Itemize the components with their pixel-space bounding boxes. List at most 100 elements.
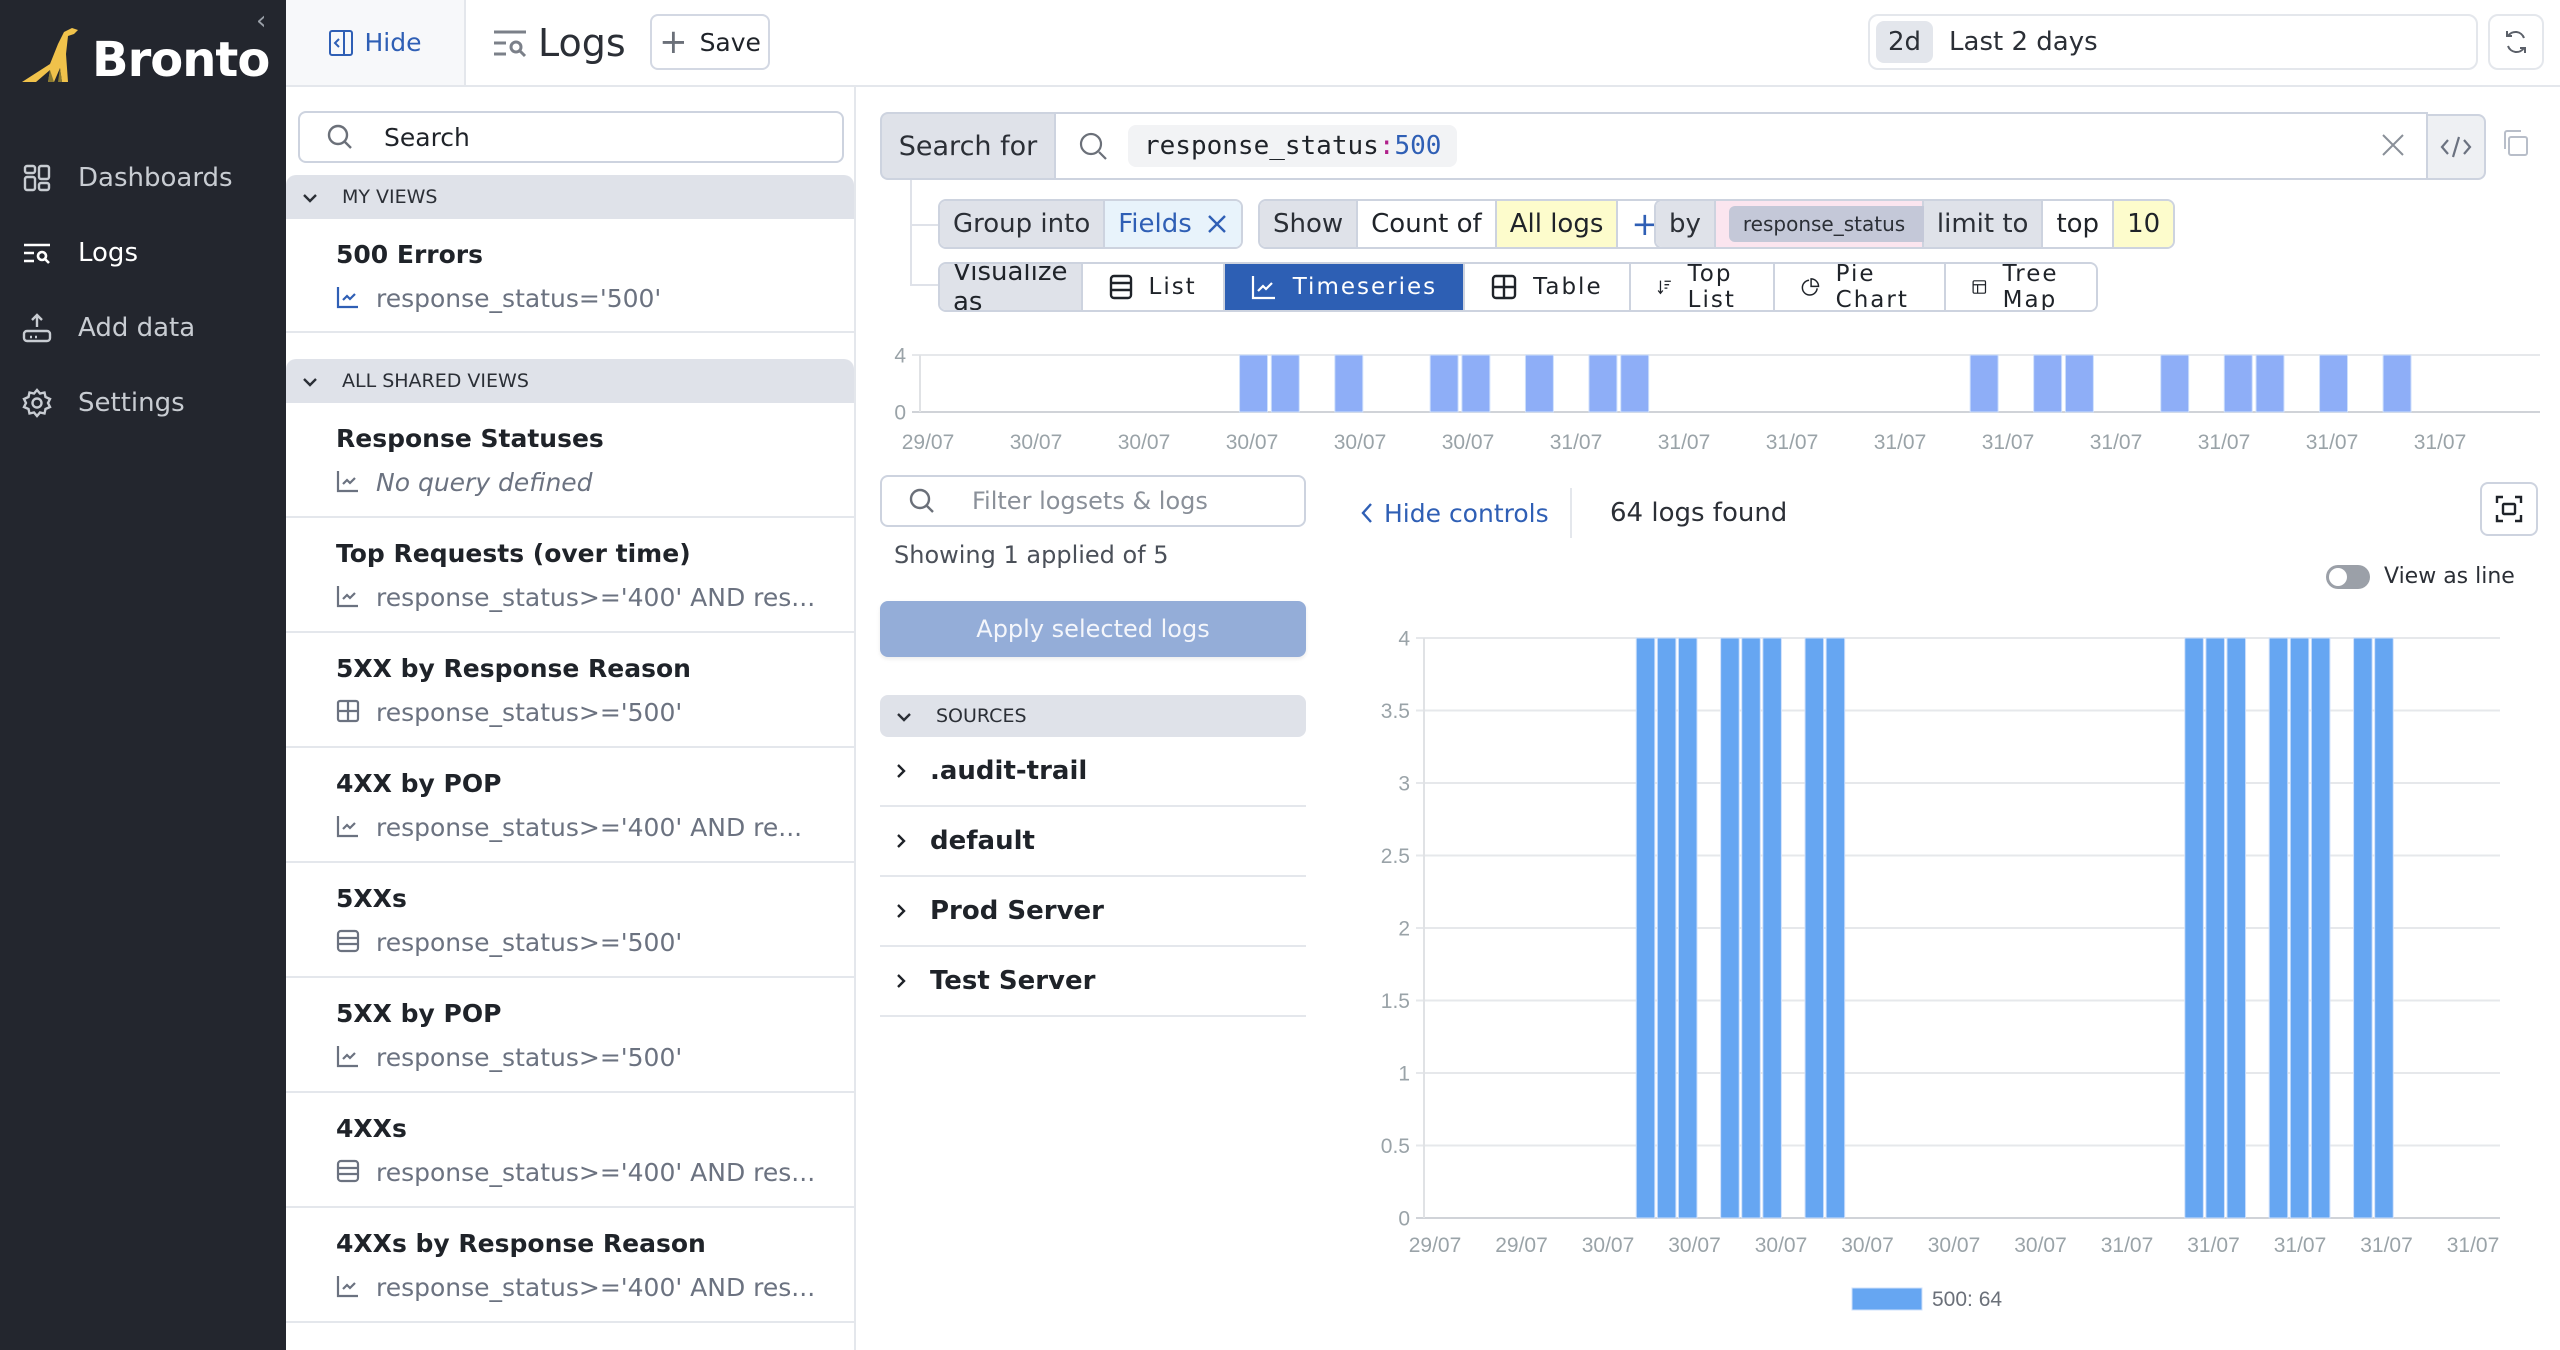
view-name: Top Requests (over time) <box>336 539 691 568</box>
source-name: .audit-trail <box>930 756 1088 786</box>
count-of-selector[interactable]: Count of <box>1358 201 1497 247</box>
hide-controls-button[interactable]: Hide controls <box>1360 488 1549 538</box>
view-item[interactable]: 5XX by POP response_status>='500' <box>286 978 854 1093</box>
views-search-input[interactable] <box>384 122 804 152</box>
hide-views-button[interactable]: Hide <box>286 0 466 85</box>
remove-icon[interactable] <box>1206 213 1228 235</box>
search-row: Search for response_status:500 <box>880 112 2528 180</box>
by-field-selector[interactable]: response_status × <box>1715 201 1958 247</box>
my-views-header[interactable]: MY VIEWS <box>286 175 854 219</box>
viz-option-table[interactable]: Table <box>1465 264 1631 310</box>
x-tick-label: 30/07 <box>1442 431 1495 454</box>
x-tick-label: 31/07 <box>2306 431 2359 454</box>
time-range-picker[interactable]: 2d Last 2 days <box>1868 14 2478 70</box>
nav-item-add-data[interactable]: Add data <box>0 290 286 365</box>
tree-map-icon <box>1972 280 1987 294</box>
view-item[interactable]: 5XXs response_status>='500' <box>286 863 854 978</box>
table-icon <box>336 699 360 725</box>
nav-item-logs[interactable]: Logs <box>0 215 286 290</box>
query-value: 500 <box>1394 131 1442 161</box>
view-item[interactable]: Top Requests (over time) response_status>… <box>286 518 854 633</box>
fullscreen-button[interactable] <box>2480 482 2538 536</box>
query-input[interactable]: response_status:500 <box>1054 112 2428 180</box>
view-item[interactable]: 500 Errors response_status='500' <box>286 219 854 333</box>
copy-icon <box>2504 130 2528 156</box>
sort-desc-icon <box>1657 280 1671 295</box>
y-tick-label: 3.5 <box>1381 700 1410 723</box>
view-item[interactable]: 4XX by POP response_status>='400' AND re.… <box>286 748 854 863</box>
view-as-line-toggle[interactable]: View as line <box>2326 564 2515 589</box>
viz-option-top-list[interactable]: Top List <box>1630 264 1775 310</box>
page-title-text: Logs <box>538 20 626 65</box>
overview-chart[interactable]: 0 4 29/07 30/07 30/07 30/07 30/07 30/07 31/07 31/… <box>880 335 2540 465</box>
viz-option-tree-map[interactable]: Tree Map <box>1946 264 2096 310</box>
bar <box>1461 354 1491 413</box>
nav-label: Add data <box>78 312 196 343</box>
search-for-label: Search for <box>880 112 1054 180</box>
view-query: response_status>='500' <box>336 919 854 965</box>
refresh-button[interactable] <box>2488 14 2544 70</box>
results-header: Hide controls 64 logs found <box>1360 482 2540 538</box>
page-title: Logs <box>492 0 626 85</box>
y-tick-label: 2 <box>1398 917 1410 940</box>
x-tick-label: 29/07 <box>902 431 955 454</box>
bar <box>2382 354 2412 413</box>
timeseries-icon <box>336 1044 360 1070</box>
top-bar: Hide Logs + Save 2d Last 2 days <box>286 0 2560 87</box>
nav-item-dashboards[interactable]: Dashboards <box>0 140 286 215</box>
bar <box>2268 637 2289 1219</box>
x-tick-label: 29/07 <box>1495 1234 1548 1257</box>
chevron-right-icon <box>897 834 906 848</box>
section-title: ALL SHARED VIEWS <box>342 370 529 392</box>
query-operator: : <box>1378 131 1395 161</box>
clear-query-button[interactable] <box>2380 128 2406 166</box>
copy-button[interactable] <box>2500 128 2536 164</box>
viz-option-list[interactable]: List <box>1082 264 1225 310</box>
view-query: response_status>='400' AND re... <box>336 804 854 850</box>
limit-value-input[interactable]: 10 <box>2114 201 2174 247</box>
timeseries-chart[interactable]: 0 0.5 1 1.5 2 2.5 3 3.5 4 29/07 29/07 30/07 30/07 30/… <box>1340 610 2560 1330</box>
by-label: by <box>1656 201 1716 247</box>
limit-mode-selector[interactable]: top <box>2043 201 2115 247</box>
logo[interactable]: Bronto <box>20 20 270 84</box>
sources-header[interactable]: SOURCES <box>880 695 1306 737</box>
save-label: Save <box>699 27 761 57</box>
views-search-field[interactable] <box>298 111 844 163</box>
view-item[interactable]: 4XXs by Response Reason response_status>=… <box>286 1208 854 1323</box>
save-button[interactable]: + Save <box>650 14 770 70</box>
count-target-selector[interactable]: All logs <box>1496 201 1619 247</box>
source-list: .audit-trail default Prod Server Test Serve… <box>880 737 1306 1017</box>
view-query: response_status>='400' AND res... <box>336 1149 854 1195</box>
view-item[interactable]: 4XXs response_status>='400' AND res... <box>286 1093 854 1208</box>
query-chip[interactable]: response_status:500 <box>1128 125 1458 167</box>
section-title: MY VIEWS <box>342 186 438 208</box>
bar <box>1677 637 1698 1219</box>
show-control: Show Count of All logs + <box>1258 199 1674 249</box>
view-item[interactable]: 5XX by Response Reason response_status>='… <box>286 633 854 748</box>
source-item[interactable]: .audit-trail <box>880 737 1306 807</box>
x-tick-label: 30/07 <box>1928 1234 1981 1257</box>
source-item[interactable]: Prod Server <box>880 877 1306 947</box>
filter-logs-field[interactable] <box>880 475 1306 527</box>
chevron-right-icon <box>897 904 906 918</box>
table-icon <box>1491 274 1517 300</box>
tree-connector <box>910 180 912 284</box>
view-item[interactable]: Response Statuses No query defined <box>286 403 854 518</box>
source-item[interactable]: Test Server <box>880 947 1306 1017</box>
fullscreen-icon <box>2495 495 2523 523</box>
group-fields-chip[interactable]: Fields <box>1105 201 1241 247</box>
source-item[interactable]: default <box>880 807 1306 877</box>
view-query: response_status>='500' <box>336 1034 854 1080</box>
x-tick-label: 30/07 <box>1668 1234 1721 1257</box>
bar <box>2226 637 2247 1219</box>
shared-views-header[interactable]: ALL SHARED VIEWS <box>286 359 854 403</box>
filter-logs-input[interactable] <box>972 487 1272 515</box>
code-view-button[interactable] <box>2428 114 2486 180</box>
x-tick-label: 30/07 <box>1010 431 1063 454</box>
x-tick-label: 31/07 <box>2447 1234 2500 1257</box>
nav-item-settings[interactable]: Settings <box>0 365 286 440</box>
viz-option-timeseries[interactable]: Timeseries <box>1224 264 1466 310</box>
apply-selected-logs-button[interactable]: Apply selected logs <box>880 601 1306 657</box>
viz-option-pie-chart[interactable]: Pie Chart <box>1774 264 1947 310</box>
toggle-switch[interactable] <box>2326 564 2370 589</box>
